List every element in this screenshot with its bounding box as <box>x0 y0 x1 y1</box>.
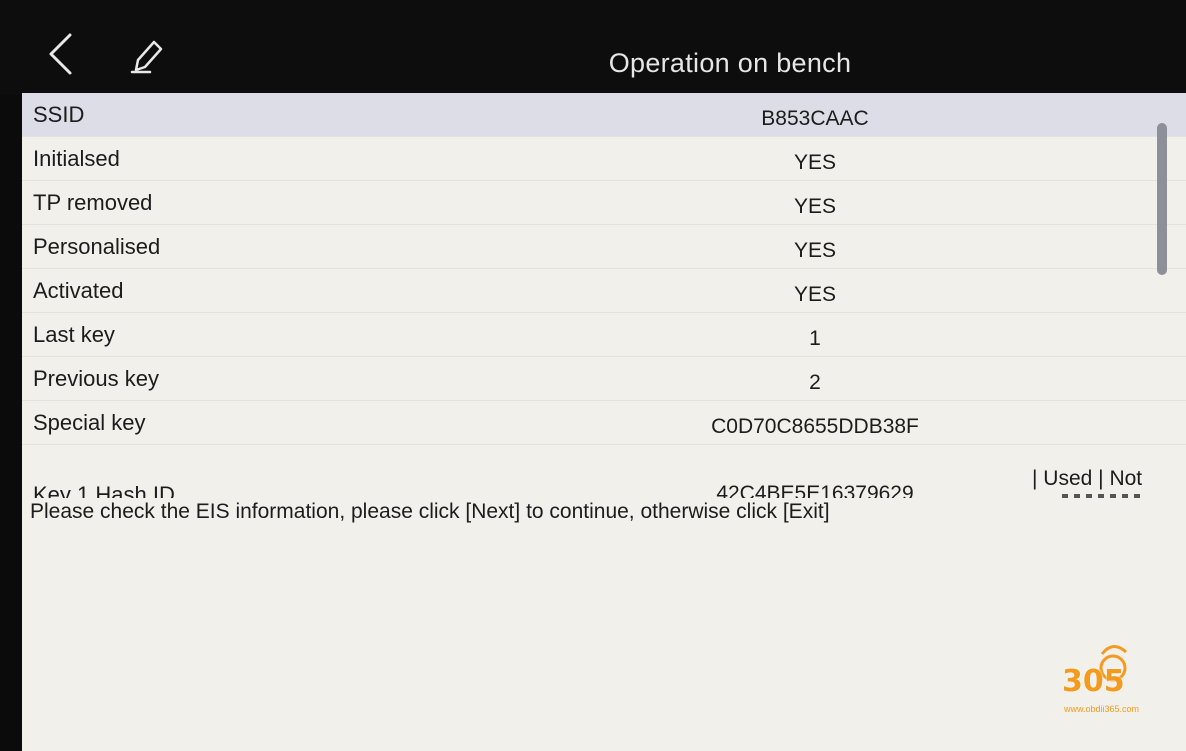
chevron-left-icon <box>49 33 72 75</box>
row-label: Personalised <box>33 234 161 259</box>
instruction-message: Please check the EIS information, please… <box>30 500 830 523</box>
watermark-digits: 305 <box>1062 664 1125 699</box>
scrollbar[interactable] <box>1157 123 1167 275</box>
eis-info-table: SSID B853CAAC Initialsed YES TP removed … <box>22 93 1186 498</box>
row-value: YES <box>793 151 837 174</box>
row-label: Key 1 Hash ID <box>33 482 175 498</box>
row-value: C0D70C8655DDB38F <box>711 415 919 438</box>
row-label: Activated <box>33 278 124 303</box>
row-value: B853CAAC <box>761 107 869 130</box>
row-label: Previous key <box>33 366 159 391</box>
watermark-logo: 305 www.obdii365.com <box>1058 642 1168 722</box>
pencil-icon <box>130 40 163 74</box>
row-value: YES <box>793 283 837 306</box>
row-label: Initialsed <box>33 146 120 171</box>
truncated-text-fragment <box>1062 494 1142 498</box>
table-row-activated[interactable]: Activated YES <box>22 269 1186 313</box>
info-panel: SSID B853CAAC Initialsed YES TP removed … <box>22 93 1186 751</box>
table-row-key1-hash-id[interactable]: Key 1 Hash ID 42C4BE5E16379629 | Used | … <box>22 445 1186 498</box>
row-label: SSID <box>33 102 85 127</box>
top-bar: Operation on bench <box>0 0 1186 95</box>
table-row-previous-key[interactable]: Previous key 2 <box>22 357 1186 401</box>
row-value: 1 <box>809 327 821 350</box>
key-status-label: | Used | Not <box>1032 467 1143 490</box>
row-value: 42C4BE5E16379629 <box>716 482 914 498</box>
watermark-url: www.obdii365.com <box>1064 704 1140 714</box>
edit-button[interactable] <box>122 34 170 78</box>
table-row-initialised[interactable]: Initialsed YES <box>22 137 1186 181</box>
row-value: 2 <box>809 371 821 394</box>
row-label: Special key <box>33 410 146 435</box>
row-value: YES <box>793 195 837 218</box>
table-row-tp-removed[interactable]: TP removed YES <box>22 181 1186 225</box>
table-row-last-key[interactable]: Last key 1 <box>22 313 1186 357</box>
page-title: Operation on bench <box>608 48 852 78</box>
table-row-special-key[interactable]: Special key C0D70C8655DDB38F <box>22 401 1186 445</box>
table-row-personalised[interactable]: Personalised YES <box>22 225 1186 269</box>
row-value: YES <box>793 239 837 262</box>
row-label: Last key <box>33 322 115 347</box>
table-row-ssid[interactable]: SSID B853CAAC <box>22 93 1186 137</box>
row-label: TP removed <box>33 190 153 215</box>
back-button[interactable] <box>38 30 82 78</box>
